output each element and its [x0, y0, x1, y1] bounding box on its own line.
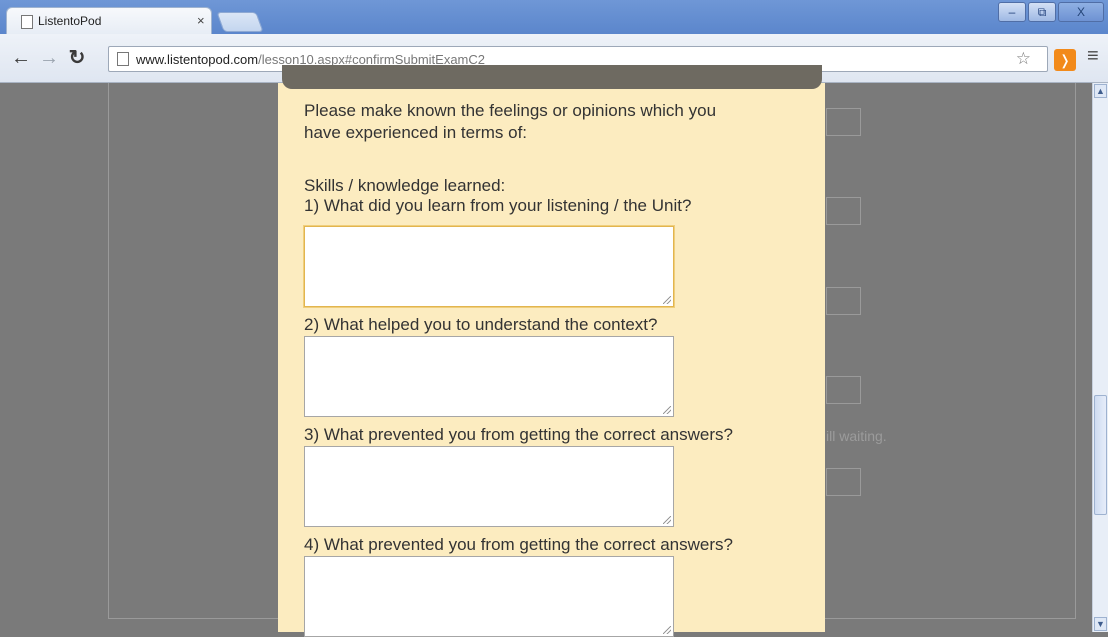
forward-icon[interactable]: →: [38, 46, 60, 70]
back-icon[interactable]: ←: [10, 46, 32, 70]
resize-grip-icon[interactable]: [663, 626, 671, 634]
page-icon: [21, 15, 33, 29]
minimize-button[interactable]: –: [998, 2, 1026, 22]
tab-title: ListentoPod: [38, 14, 102, 28]
resize-grip-icon[interactable]: [663, 516, 671, 524]
maximize-button[interactable]: ⧉: [1028, 2, 1056, 22]
feedback-modal: Please make known the feelings or opinio…: [278, 83, 825, 637]
modal-intro: Please make known the feelings or opinio…: [304, 100, 716, 144]
question-4-label: 4) What prevented you from getting the c…: [304, 535, 733, 554]
background-input: [826, 287, 861, 315]
background-status-text: ill waiting.: [826, 428, 887, 444]
star-icon[interactable]: ☆: [1016, 49, 1031, 69]
scrollbar-thumb[interactable]: [1094, 395, 1107, 515]
question-2-label: 2) What helped you to understand the con…: [304, 315, 658, 334]
answer-4-textarea[interactable]: [304, 556, 674, 637]
url-domain: www.listentopod.com: [136, 52, 259, 67]
modal-header-bar: [282, 65, 822, 89]
window-controls: – ⧉ X: [996, 2, 1104, 22]
background-input: [826, 108, 861, 136]
background-input: [826, 468, 861, 496]
title-bar: ListentoPod × – ⧉ X: [0, 0, 1108, 34]
question-3-label: 3) What prevented you from getting the c…: [304, 425, 733, 444]
background-input: [826, 376, 861, 404]
resize-grip-icon[interactable]: [663, 406, 671, 414]
intro-line-2: have experienced in terms of:: [304, 123, 528, 142]
resize-grip-icon[interactable]: [663, 296, 671, 304]
question-1-label: 1) What did you learn from your listenin…: [304, 196, 692, 215]
new-tab-button[interactable]: [216, 12, 264, 32]
intro-line-1: Please make known the feelings or opinio…: [304, 101, 717, 120]
scroll-down-icon[interactable]: ▼: [1094, 617, 1107, 631]
section-label: Skills / knowledge learned:: [304, 176, 506, 195]
answer-1-textarea[interactable]: [304, 226, 674, 307]
answer-2-textarea[interactable]: [304, 336, 674, 417]
page-icon: [117, 52, 129, 66]
browser-tab[interactable]: ListentoPod ×: [6, 7, 212, 34]
close-window-button[interactable]: X: [1058, 2, 1104, 22]
page-viewport: ill waiting. Please make known the feeli…: [0, 65, 1092, 637]
scroll-up-icon[interactable]: ▲: [1094, 84, 1107, 98]
background-input: [826, 197, 861, 225]
tab-close-button[interactable]: ×: [197, 13, 205, 28]
reload-icon[interactable]: ↻: [66, 46, 88, 70]
vertical-scrollbar[interactable]: ▲ ▼: [1092, 83, 1108, 632]
answer-3-textarea[interactable]: [304, 446, 674, 527]
menu-icon[interactable]: ≡: [1087, 45, 1099, 68]
rss-icon[interactable]: ❭: [1054, 49, 1076, 71]
